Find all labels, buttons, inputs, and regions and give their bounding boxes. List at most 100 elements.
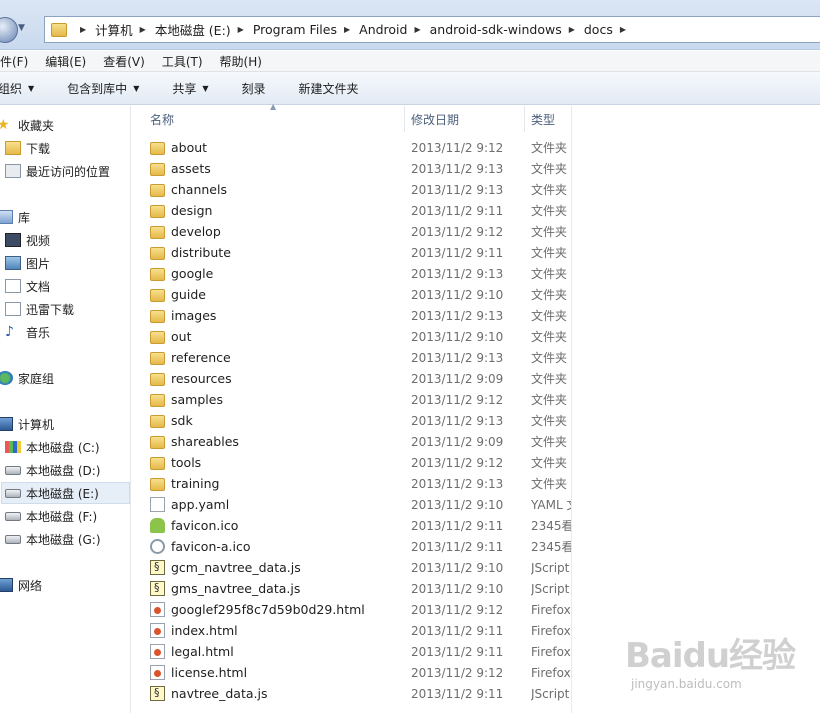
file-type: Firefox <box>531 602 571 617</box>
drive-icon <box>5 511 21 521</box>
burn-button[interactable]: 刻录 <box>242 80 266 97</box>
breadcrumb[interactable]: ▶ 计算机 ▶ 本地磁盘 (E:) ▶ Program Files ▶ Android… <box>44 16 820 43</box>
file-row[interactable]: about 2013/11/2 9:12 文件夹 <box>150 137 570 158</box>
folder-icon <box>150 310 165 323</box>
nav-drive-c[interactable]: 本地磁盘 (C:) <box>5 436 100 458</box>
file-type: 文件夹 <box>531 393 568 407</box>
menu-file[interactable]: 件(F) <box>0 53 28 70</box>
include-in-library-button[interactable]: 包含到库中 ▼ <box>67 80 139 97</box>
new-folder-button[interactable]: 新建文件夹 <box>299 80 359 97</box>
column-divider[interactable] <box>404 106 405 132</box>
breadcrumb-sdk[interactable]: android-sdk-windows ▶ <box>430 22 584 37</box>
file-row[interactable]: gms_navtree_data.js 2013/11/2 9:10 JScript <box>150 578 570 599</box>
file-row[interactable]: shareables 2013/11/2 9:09 文件夹 <box>150 431 570 452</box>
file-row[interactable]: license.html 2013/11/2 9:12 Firefox <box>150 662 571 683</box>
file-modified-date: 2013/11/2 9:13 <box>411 308 504 323</box>
nav-favorites[interactable]: ★ 收藏夹 <box>0 114 54 136</box>
file-row[interactable]: favicon.ico 2013/11/2 9:11 2345看 <box>150 515 571 536</box>
navigation-pane <box>0 106 131 713</box>
menu-edit[interactable]: 编辑(E) <box>45 53 86 70</box>
file-row[interactable]: assets 2013/11/2 9:13 文件夹 <box>150 158 570 179</box>
organize-button[interactable]: 组织 ▼ <box>0 80 34 97</box>
file-row[interactable]: navtree_data.js 2013/11/2 9:11 JScript <box>150 683 570 704</box>
breadcrumb-drive-e[interactable]: 本地磁盘 (E:) ▶ <box>155 20 253 39</box>
file-name: channels <box>171 182 227 197</box>
column-header-name[interactable]: 名称 <box>150 106 404 132</box>
file-name: design <box>171 203 213 218</box>
file-row[interactable]: develop 2013/11/2 9:12 文件夹 <box>150 221 570 242</box>
computer-icon <box>0 417 13 431</box>
breadcrumb-docs[interactable]: docs ▶ <box>584 22 635 37</box>
recent-pages-dropdown[interactable]: ▼ <box>18 23 32 37</box>
file-row[interactable]: training 2013/11/2 9:13 文件夹 <box>150 473 570 494</box>
file-modified-date: 2013/11/2 9:10 <box>411 329 504 344</box>
file-row[interactable]: out 2013/11/2 9:10 文件夹 <box>150 326 570 347</box>
file-row[interactable]: resources 2013/11/2 9:09 文件夹 <box>150 368 570 389</box>
file-type: 文件夹 <box>531 225 568 239</box>
column-divider[interactable] <box>524 106 525 132</box>
nav-pictures[interactable]: 图片 <box>5 252 50 274</box>
column-header-date[interactable]: 修改日期 <box>411 106 525 132</box>
menu-view[interactable]: 查看(V) <box>103 53 145 70</box>
file-name: gms_navtree_data.js <box>171 581 301 596</box>
share-button[interactable]: 共享 ▼ <box>172 80 208 97</box>
file-row[interactable]: google 2013/11/2 9:13 文件夹 <box>150 263 570 284</box>
nav-documents[interactable]: 文档 <box>5 275 50 297</box>
breadcrumb-root-arrow[interactable]: ▶ <box>73 25 95 34</box>
windows-drive-icon <box>5 441 21 453</box>
nav-videos[interactable]: 视频 <box>5 229 50 251</box>
breadcrumb-android[interactable]: Android ▶ <box>359 22 429 37</box>
file-row[interactable]: favicon-a.ico 2013/11/2 9:11 2345看 <box>150 536 571 557</box>
menu-help[interactable]: 帮助(H) <box>220 53 262 70</box>
folder-icon <box>150 205 165 218</box>
back-button[interactable] <box>0 17 18 43</box>
file-row[interactable]: index.html 2013/11/2 9:11 Firefox <box>150 620 571 641</box>
file-name: training <box>171 476 220 491</box>
menu-tools[interactable]: 工具(T) <box>162 53 203 70</box>
file-modified-date: 2013/11/2 9:12 <box>411 602 504 617</box>
file-modified-date: 2013/11/2 9:11 <box>411 686 504 701</box>
file-row[interactable]: tools 2013/11/2 9:12 文件夹 <box>150 452 570 473</box>
file-modified-date: 2013/11/2 9:13 <box>411 161 504 176</box>
file-name: reference <box>171 350 231 365</box>
nav-recent-places[interactable]: 最近访问的位置 <box>5 160 110 182</box>
breadcrumb-program-files[interactable]: Program Files ▶ <box>253 22 359 37</box>
file-type: Firefox <box>531 644 571 659</box>
column-header-type[interactable]: 类型 <box>531 106 571 132</box>
file-row[interactable]: googlef295f8c7d59b0d29.html 2013/11/2 9:1… <box>150 599 571 620</box>
nav-homegroup[interactable]: 家庭组 <box>0 367 54 389</box>
nav-music[interactable]: ♪ 音乐 <box>5 321 50 343</box>
file-type: 文件夹 <box>531 414 568 428</box>
file-row[interactable]: images 2013/11/2 9:13 文件夹 <box>150 305 570 326</box>
chevron-down-icon: ▼ <box>28 83 35 93</box>
nav-drive-f[interactable]: 本地磁盘 (F:) <box>5 505 97 527</box>
file-type: 文件夹 <box>531 330 568 344</box>
folder-icon <box>150 415 165 428</box>
file-row[interactable]: design 2013/11/2 9:11 文件夹 <box>150 200 570 221</box>
file-row[interactable]: distribute 2013/11/2 9:11 文件夹 <box>150 242 570 263</box>
nav-computer[interactable]: 计算机 <box>0 413 54 435</box>
file-row[interactable]: gcm_navtree_data.js 2013/11/2 9:10 JScript <box>150 557 570 578</box>
file-name: favicon.ico <box>171 518 239 533</box>
document-icon <box>5 279 21 293</box>
nav-drive-d[interactable]: 本地磁盘 (D:) <box>5 459 100 481</box>
homegroup-icon <box>0 371 13 385</box>
nav-xunlei-downloads[interactable]: 迅雷下载 <box>5 298 74 320</box>
file-row[interactable]: guide 2013/11/2 9:10 文件夹 <box>150 284 570 305</box>
nav-libraries[interactable]: 库 <box>0 206 30 228</box>
file-row[interactable]: samples 2013/11/2 9:12 文件夹 <box>150 389 570 410</box>
breadcrumb-computer[interactable]: 计算机 ▶ <box>95 20 155 39</box>
nav-downloads[interactable]: 下载 <box>5 137 50 159</box>
nav-network[interactable]: 网络 <box>0 574 42 596</box>
file-type: JScript <box>531 581 570 596</box>
file-row[interactable]: legal.html 2013/11/2 9:11 Firefox <box>150 641 571 662</box>
file-row[interactable]: app.yaml 2013/11/2 9:10 YAML 文 <box>150 494 571 515</box>
nav-drive-g[interactable]: 本地磁盘 (G:) <box>5 528 101 550</box>
file-type: 文件夹 <box>531 351 568 365</box>
file-name: resources <box>171 371 232 386</box>
nav-drive-e[interactable]: 本地磁盘 (E:) <box>1 482 130 504</box>
folder-icon <box>150 289 165 302</box>
file-row[interactable]: channels 2013/11/2 9:13 文件夹 <box>150 179 570 200</box>
file-row[interactable]: sdk 2013/11/2 9:13 文件夹 <box>150 410 570 431</box>
file-row[interactable]: reference 2013/11/2 9:13 文件夹 <box>150 347 570 368</box>
